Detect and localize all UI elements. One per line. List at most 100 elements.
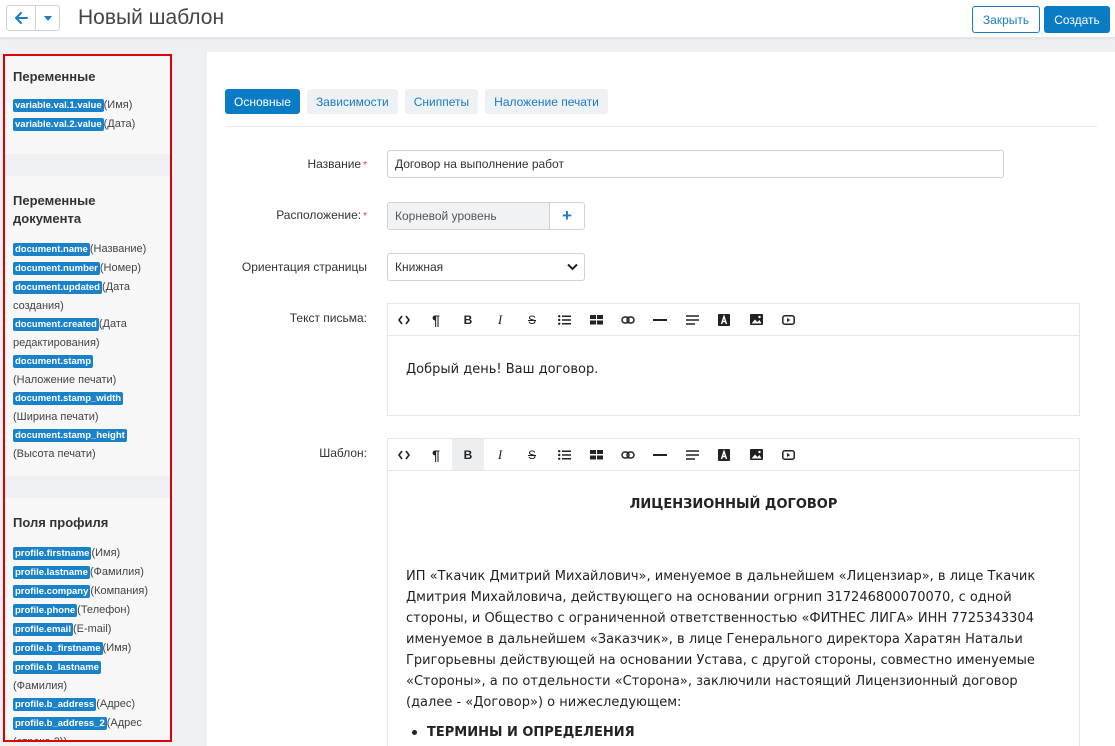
bullet-list-icon[interactable] [548,304,580,336]
variable-tag[interactable]: variable.val.1.value [13,99,104,112]
link-icon[interactable] [612,304,644,336]
horizontal-rule-icon[interactable] [644,304,676,336]
email-text-editor[interactable]: Добрый день! Ваш договор. [387,335,1080,416]
name-label: Название * [207,157,367,171]
location-label: Расположение: * [207,208,367,222]
variable-item: document.stamp (Наложение печати) [13,352,162,389]
align-icon[interactable] [676,304,708,336]
video-icon[interactable] [772,439,804,471]
variable-item: document.number (Номер) [13,259,162,278]
close-button[interactable]: Закрыть [972,6,1040,33]
variable-item: document.created (Дата редактирования) [13,315,162,352]
variable-item: profile.lastname (Фамилия) [13,563,162,582]
variable-tag[interactable]: document.stamp_height [13,429,127,442]
variable-desc: (Фамилия) [13,680,68,692]
required-marker: * [363,160,367,171]
template-label: Шаблон: [319,446,367,460]
section-title: Переменные документа [13,193,96,226]
variable-item: document.stamp_height (Высота печати) [13,426,162,463]
tab-snippets[interactable]: Сниппеты [404,89,479,114]
strikethrough-icon[interactable]: S [516,304,548,336]
tab-dependencies[interactable]: Зависимости [306,89,398,114]
table-icon[interactable] [580,304,612,336]
template-editor[interactable]: ЛИЦЕНЗИОННЫЙ ДОГОВОР ИП «Ткачик Дмитрий … [387,470,1080,746]
code-icon[interactable] [388,439,420,471]
variable-item: document.updated (Дата создания) [13,278,162,315]
paragraph-icon[interactable]: ¶ [420,304,452,336]
variable-desc: (Адрес) [96,698,136,710]
orientation-label: Ориентация страницы [241,260,367,274]
italic-icon[interactable]: I [484,439,516,471]
font-color-icon[interactable] [708,304,740,336]
email-text-label: Текст письма: [289,311,367,325]
orientation-select[interactable]: Книжная [387,253,585,281]
image-icon[interactable] [740,304,772,336]
link-icon[interactable] [612,439,644,471]
tab-stamp[interactable]: Наложение печати [485,89,608,114]
template-paragraph: ИП «Ткачик Дмитрий Михайлович», именуемо… [406,569,1036,710]
create-button[interactable]: Создать [1044,6,1110,33]
variable-item: profile.company (Компания) [13,582,162,601]
italic-icon[interactable]: I [484,304,516,336]
variable-tag[interactable]: document.stamp_width [13,392,124,405]
top-header: Новый шаблон Закрыть Создать [0,0,1115,38]
location-input[interactable]: Корневой уровень [387,202,550,230]
back-dropdown-button[interactable] [36,5,60,31]
variable-tag[interactable]: profile.b_address [13,698,97,711]
bullet-list-icon[interactable] [548,439,580,471]
bullet-icon [412,730,417,735]
orientation-value: Книжная [395,260,444,274]
variable-desc: (Название) [89,243,147,255]
table-icon[interactable] [580,439,612,471]
variable-tag[interactable]: profile.b_lastname [13,661,101,674]
variable-tag[interactable]: profile.firstname [13,547,92,560]
variable-desc: (Номер) [99,262,142,274]
image-icon[interactable] [740,439,772,471]
variable-tag[interactable]: profile.phone [13,604,78,617]
variable-tag[interactable]: variable.val.2.value [13,118,104,131]
variable-tag[interactable]: profile.email [13,623,73,636]
font-color-icon[interactable] [708,439,740,471]
variable-tag[interactable]: document.updated [13,281,102,294]
name-input[interactable]: Договор на выполнение работ [387,150,1004,178]
section-document-variables: Переменные документа document.name (Назва… [5,176,170,476]
variable-desc: (Имя) [102,642,132,654]
variable-desc: (E-mail) [72,623,112,635]
variable-tag[interactable]: profile.b_firstname [13,642,103,655]
main-form-card: Основные Зависимости Сниппеты Наложение … [207,52,1115,746]
location-label-text: Расположение: [276,208,362,222]
video-icon[interactable] [772,304,804,336]
email-editor-toolbar: ¶ B I S [387,303,1080,335]
variable-tag[interactable]: document.created [13,318,99,331]
bold-icon[interactable]: B [452,438,484,471]
variable-tag[interactable]: document.stamp [13,355,94,368]
tabs: Основные Зависимости Сниппеты Наложение … [225,89,615,114]
variable-desc: (Имя) [91,547,121,559]
back-button[interactable] [6,5,36,31]
section-variables: Переменные variable.val.1.value (Имя) var… [5,56,170,154]
variable-tag[interactable]: document.number [13,262,100,275]
strikethrough-icon[interactable]: S [516,439,548,471]
variable-tag[interactable]: document.name [13,243,90,256]
variable-desc: (Наложение печати) [13,374,117,386]
variable-desc: (Высота печати) [13,448,96,460]
variable-item: variable.val.1.value (Имя) [13,96,162,115]
template-editor-toolbar: ¶ B I S [387,438,1080,471]
variable-tag[interactable]: profile.b_address_2 [13,717,107,730]
horizontal-rule-icon[interactable] [644,439,676,471]
section-title: Переменные [13,69,96,84]
add-location-button[interactable]: + [549,202,585,230]
variable-desc: (Ширина печати) [13,411,99,423]
section-divider [5,154,170,176]
variable-desc: (Фамилия) [89,566,144,578]
tabs-divider [225,126,1097,127]
paragraph-icon[interactable]: ¶ [420,439,452,471]
variable-tag[interactable]: profile.company [13,585,91,598]
variable-tag[interactable]: profile.lastname [13,566,90,579]
section-profile-fields: Поля профиля profile.firstname (Имя) prof… [5,498,170,740]
align-icon[interactable] [676,439,708,471]
bold-icon[interactable]: B [452,304,484,336]
variable-item: profile.b_address (Адрес) [13,695,162,714]
code-icon[interactable] [388,304,420,336]
tab-general[interactable]: Основные [225,89,300,114]
